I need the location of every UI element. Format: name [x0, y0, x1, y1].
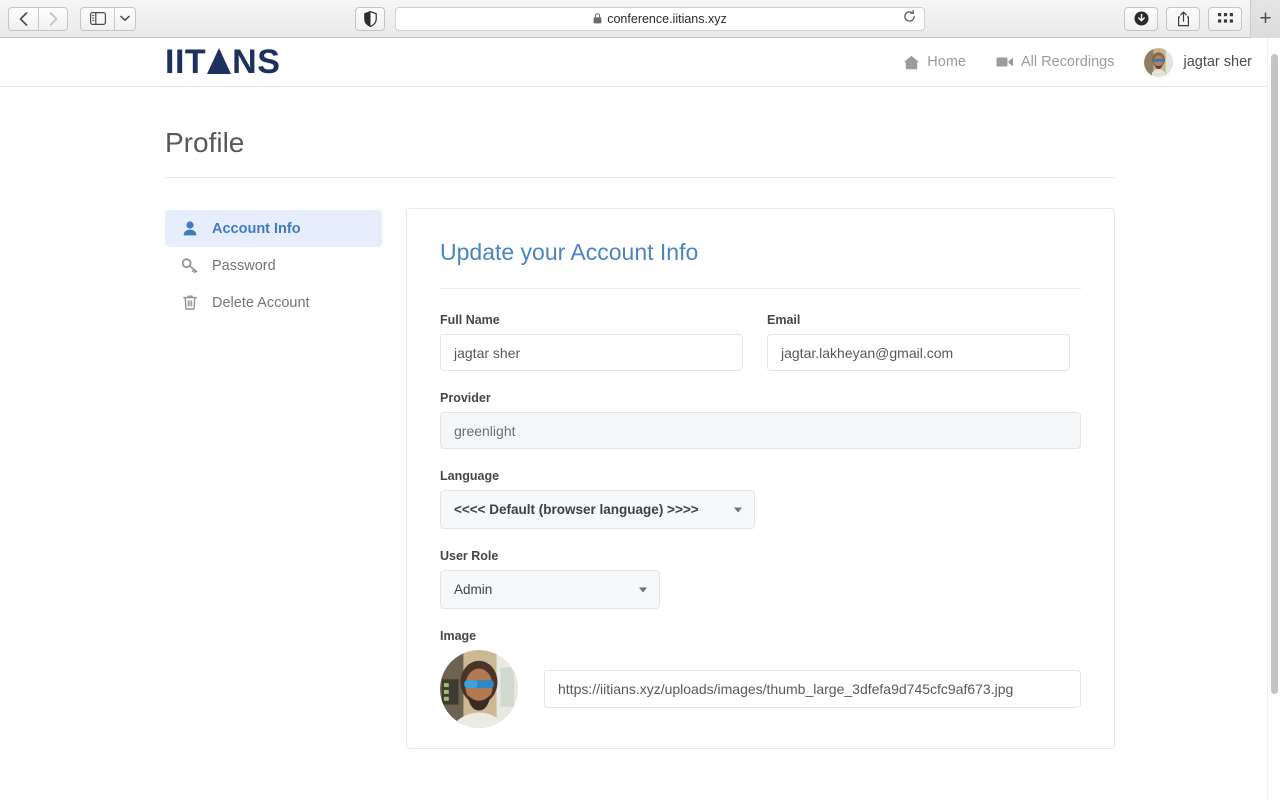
full-name-input[interactable]: jagtar sher: [440, 334, 743, 371]
url-text: conference.iitians.xyz: [607, 11, 727, 26]
address-bar-area: conference.iitians.xyz: [355, 6, 925, 31]
video-camera-icon: [996, 57, 1013, 67]
scrollbar-thumb[interactable]: [1271, 54, 1278, 694]
browser-toolbar: conference.iitians.xyz +: [0, 0, 1280, 38]
toolbar-right-buttons: +: [1124, 0, 1280, 38]
image-url-input[interactable]: https://iitians.xyz/uploads/images/thumb…: [544, 670, 1081, 708]
sidebar-item-password-label: Password: [212, 257, 276, 274]
card-title: Update your Account Info: [440, 239, 1081, 289]
privacy-report-button[interactable]: [355, 6, 385, 31]
email-field: Email jagtar.lakheyan@gmail.com: [767, 313, 1070, 371]
sidebar-controls: [80, 6, 136, 31]
shield-icon: [363, 10, 377, 27]
sidebar-item-delete-account[interactable]: Delete Account: [165, 284, 382, 321]
logo-a-glyph: [207, 48, 232, 74]
trash-icon: [182, 295, 198, 310]
email-input[interactable]: jagtar.lakheyan@gmail.com: [767, 334, 1070, 371]
logo-text-end: NS: [232, 43, 281, 81]
chevron-down-icon: [639, 587, 647, 592]
profile-layout: Account Info Password Delete Account Upd…: [165, 208, 1115, 749]
sidebar-item-account-info-label: Account Info: [212, 220, 301, 237]
user-photo: [1144, 47, 1174, 77]
site-logo[interactable]: IIT NS: [165, 45, 280, 79]
sidebar-item-account-info[interactable]: Account Info: [165, 210, 382, 247]
downloads-button[interactable]: [1124, 6, 1158, 31]
account-info-card: Update your Account Info Full Name jagta…: [406, 208, 1115, 749]
sidebar-menu-button[interactable]: [114, 6, 136, 31]
chevron-left-icon: [19, 11, 28, 26]
page-scrollbar[interactable]: [1267, 38, 1280, 800]
sidebar-item-password[interactable]: Password: [165, 247, 382, 284]
page-viewport: IIT NS Home All Recordings jagtar sher P…: [0, 38, 1280, 800]
image-row: https://iitians.xyz/uploads/images/thumb…: [440, 650, 1081, 728]
new-tab-button[interactable]: +: [1250, 0, 1280, 38]
share-icon: [1177, 11, 1189, 26]
main-nav: Home All Recordings jagtar sher: [903, 47, 1252, 77]
image-field: Image https://iitians.xyz/uploads/images…: [440, 629, 1081, 728]
sidebar-item-delete-account-label: Delete Account: [212, 294, 310, 311]
language-field: Language <<<< Default (browser language)…: [440, 469, 755, 529]
user-icon: [182, 221, 198, 236]
account-info-form: Full Name jagtar sher Email jagtar.lakhe…: [440, 289, 1081, 728]
avatar: [1144, 47, 1174, 77]
user-menu[interactable]: jagtar sher: [1144, 47, 1252, 77]
nav-item-all-recordings-label: All Recordings: [1020, 54, 1115, 70]
language-label: Language: [440, 469, 500, 483]
profile-image-preview: [440, 650, 518, 728]
image-label: Image: [440, 629, 477, 643]
share-button[interactable]: [1166, 6, 1200, 31]
nav-item-home[interactable]: Home: [903, 54, 966, 70]
user-role-select-value: Admin: [454, 582, 493, 597]
email-label: Email: [767, 313, 801, 327]
url-display: conference.iitians.xyz: [593, 12, 727, 26]
nav-item-all-recordings[interactable]: All Recordings: [996, 54, 1115, 70]
provider-input: greenlight: [440, 412, 1081, 449]
provider-field: Provider greenlight: [440, 391, 1081, 449]
full-name-label: Full Name: [440, 313, 500, 327]
provider-label: Provider: [440, 391, 491, 405]
sidebar-panel-icon: [89, 12, 106, 25]
language-select-value: <<<< Default (browser language) >>>>: [454, 502, 699, 517]
user-role-field: User Role Admin: [440, 549, 660, 609]
lock-icon: [593, 13, 602, 24]
logo-text-start: IIT: [165, 43, 207, 81]
name-email-row: Full Name jagtar sher Email jagtar.lakhe…: [440, 313, 1081, 391]
reload-icon: [904, 9, 915, 22]
tab-overview-button[interactable]: [1208, 6, 1242, 31]
user-photo: [440, 650, 518, 728]
chevron-right-icon: [49, 11, 57, 26]
page-title: Profile: [165, 87, 1115, 178]
user-name-label: jagtar sher: [1183, 54, 1252, 70]
language-select[interactable]: <<<< Default (browser language) >>>>: [440, 490, 755, 529]
nav-item-home-label: Home: [927, 54, 966, 70]
download-icon: [1134, 11, 1148, 26]
user-role-select[interactable]: Admin: [440, 570, 660, 609]
key-icon: [182, 258, 198, 273]
full-name-field: Full Name jagtar sher: [440, 313, 743, 371]
chevron-down-icon: [120, 15, 130, 21]
reload-button[interactable]: [903, 9, 916, 28]
home-icon: [904, 55, 920, 69]
grid-icon: [1217, 13, 1233, 23]
profile-sidebar: Account Info Password Delete Account: [165, 208, 382, 749]
navigation-buttons: [8, 6, 68, 31]
chevron-down-icon: [734, 507, 742, 512]
show-sidebar-button[interactable]: [80, 6, 114, 31]
address-bar[interactable]: conference.iitians.xyz: [395, 6, 925, 31]
forward-button[interactable]: [38, 6, 68, 31]
user-role-label: User Role: [440, 549, 499, 563]
back-button[interactable]: [8, 6, 38, 31]
site-header: IIT NS Home All Recordings jagtar sher: [0, 38, 1280, 87]
